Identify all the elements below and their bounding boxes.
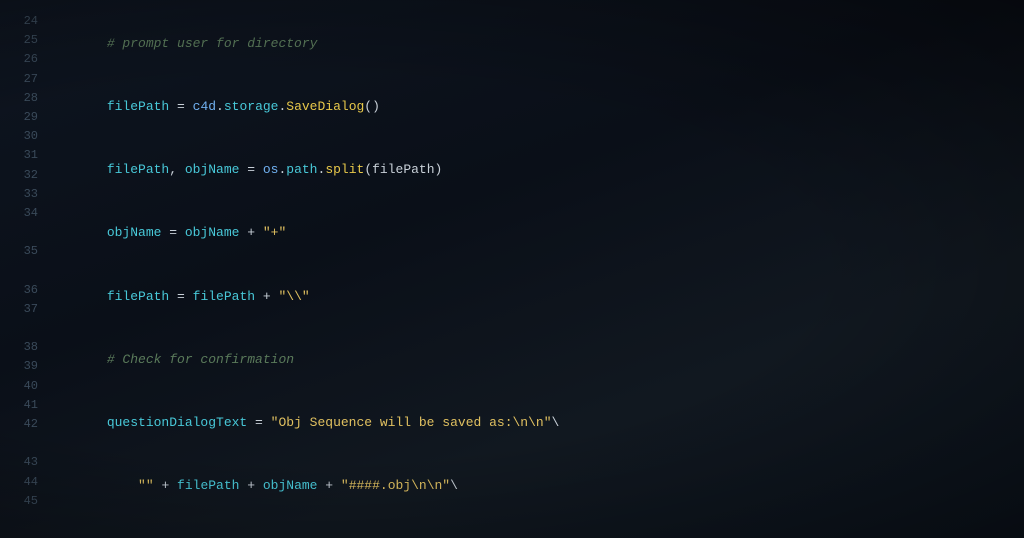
- code-line-26: filePath, objName = os.path.split(filePa…: [60, 138, 1004, 201]
- code-line-27: objName = objName + "+": [60, 201, 1004, 264]
- line-numbers: 24 25 26 27 28 29 30 31 32 33 34 35 36 3…: [0, 12, 50, 511]
- code-line-30: questionDialogText = "Obj Sequence will …: [60, 391, 1004, 454]
- code-line-29-comment: # Check for confirmation: [60, 328, 1004, 391]
- code-line-25: filePath = c4d.storage.SaveDialog(): [60, 75, 1004, 138]
- code-editor: 24 25 26 27 28 29 30 31 32 33 34 35 36 3…: [0, 0, 1024, 538]
- code-line-32: "from frame " + str(fromTime) + " to " +…: [60, 517, 1004, 538]
- code-line-28: filePath = filePath + "\\": [60, 265, 1004, 328]
- code-line-31: "" + filePath + objName + "####.obj\n\n"…: [60, 454, 1004, 517]
- code-content: # prompt user for directory filePath = c…: [60, 12, 1004, 538]
- code-line-24: # prompt user for directory: [60, 12, 1004, 75]
